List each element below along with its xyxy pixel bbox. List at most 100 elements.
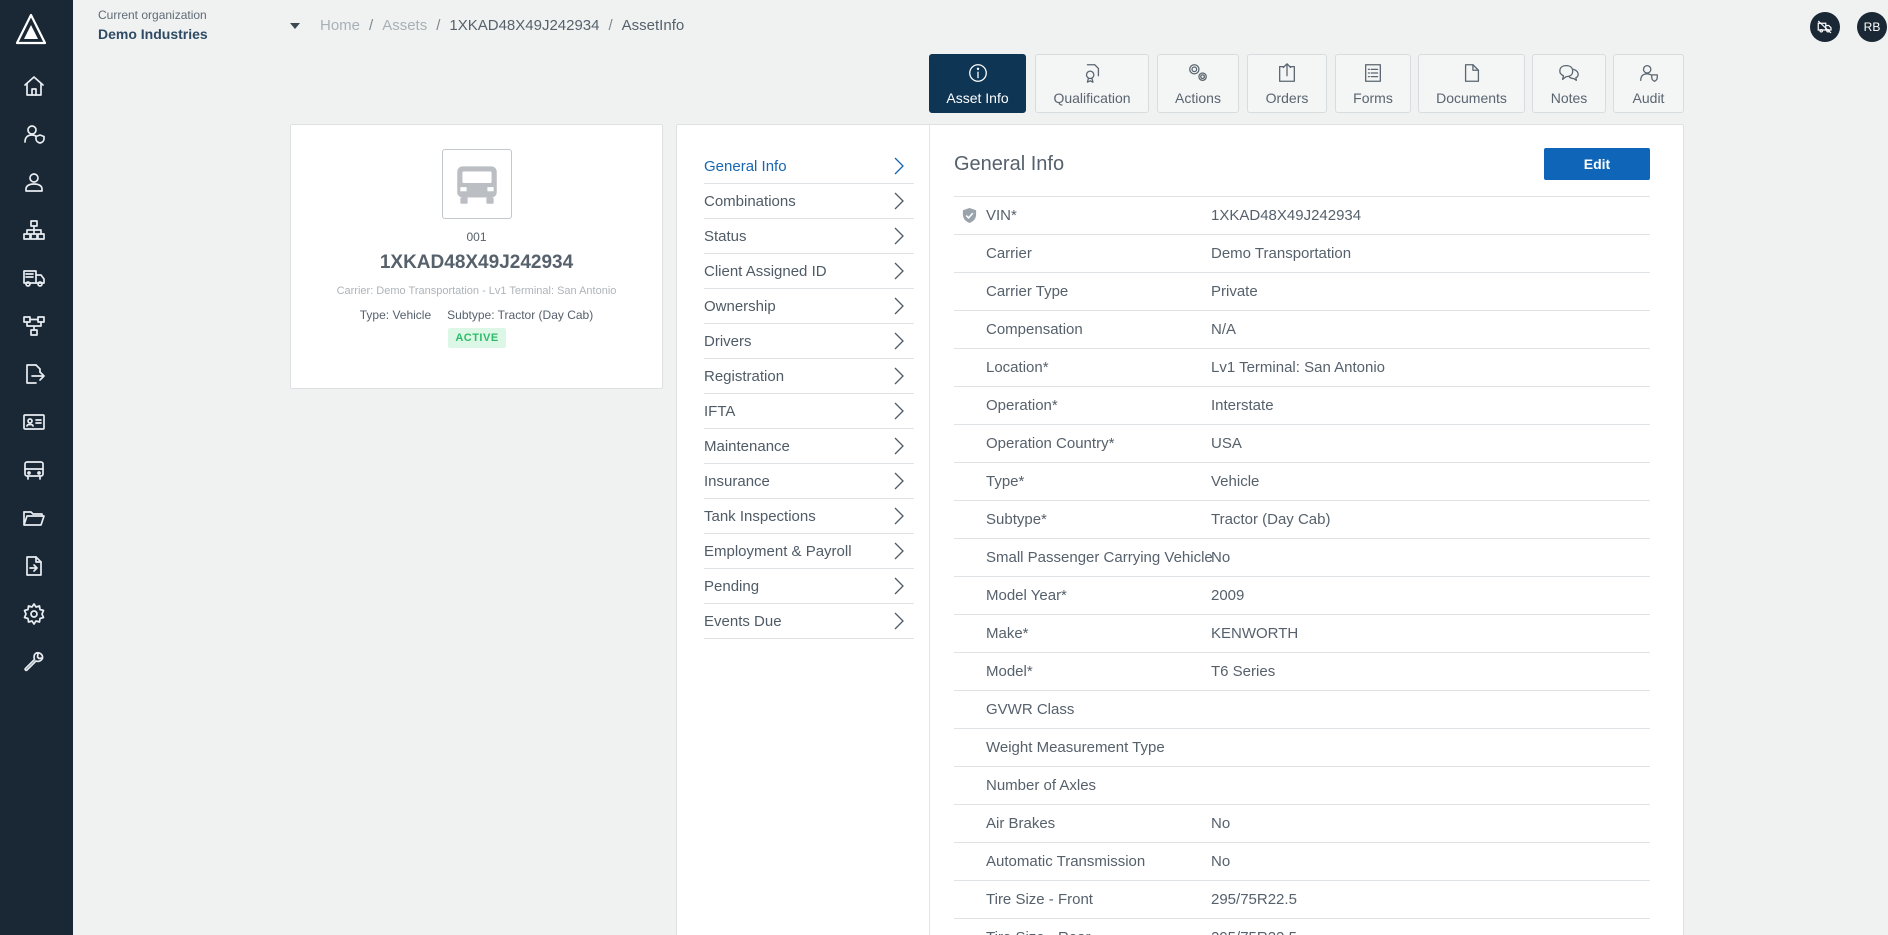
section-nav-item[interactable]: Insurance bbox=[704, 464, 914, 499]
settings-icon[interactable] bbox=[20, 600, 48, 628]
general-info-fields: VIN* 1XKAD48X49J242934 Carrier Demo Transpo… bbox=[954, 196, 1650, 935]
vehicle-image-icon bbox=[442, 149, 512, 219]
field-value: Lv1 Terminal: San Antonio bbox=[1211, 359, 1386, 376]
wrench-icon[interactable] bbox=[20, 648, 48, 676]
chevron-right-icon bbox=[888, 226, 908, 246]
field-row: Tire Size - Rear 295/75R22.5 bbox=[954, 919, 1650, 935]
field-row: Location* Lv1 Terminal: San Antonio bbox=[954, 349, 1650, 387]
edit-button[interactable]: Edit bbox=[1544, 148, 1650, 180]
section-nav-label: Events Due bbox=[704, 612, 782, 630]
verified-shield-icon bbox=[961, 207, 978, 224]
section-nav-item[interactable]: Employment & Payroll bbox=[704, 534, 914, 569]
tab-documents[interactable]: Documents bbox=[1418, 54, 1525, 113]
section-nav-item[interactable]: Tank Inspections bbox=[704, 499, 914, 534]
document-icon bbox=[1464, 63, 1479, 82]
field-row: Small Passenger Carrying Vehicle No bbox=[954, 539, 1650, 577]
workflow-icon[interactable] bbox=[20, 312, 48, 340]
app-logo-icon[interactable] bbox=[14, 12, 48, 46]
info-icon bbox=[968, 63, 987, 82]
field-label: Weight Measurement Type bbox=[986, 739, 1165, 756]
chevron-right-icon bbox=[888, 156, 908, 176]
field-row: Make* KENWORTH bbox=[954, 615, 1650, 653]
org-name: Demo Industries bbox=[98, 26, 208, 42]
field-row: Air Brakes No bbox=[954, 805, 1650, 843]
section-nav-item[interactable]: Registration bbox=[704, 359, 914, 394]
panel-divider bbox=[929, 125, 930, 935]
field-value: T6 Series bbox=[1211, 663, 1276, 680]
breadcrumb-home[interactable]: Home bbox=[320, 17, 360, 34]
home-icon[interactable] bbox=[20, 72, 48, 100]
document-export-icon[interactable] bbox=[20, 552, 48, 580]
org-chart-icon[interactable] bbox=[20, 216, 48, 244]
section-nav-label: Maintenance bbox=[704, 437, 790, 455]
breadcrumb-current: AssetInfo bbox=[621, 17, 685, 34]
tab-label: Actions bbox=[1175, 89, 1221, 106]
section-nav-item[interactable]: IFTA bbox=[704, 394, 914, 429]
field-row: Number of Axles bbox=[954, 767, 1650, 805]
field-row: Carrier Type Private bbox=[954, 273, 1650, 311]
tab-audit[interactable]: Audit bbox=[1613, 54, 1684, 113]
org-selector[interactable]: Current organization Demo Industries bbox=[98, 8, 208, 42]
tab-label: Documents bbox=[1436, 89, 1507, 106]
section-nav-item[interactable]: Maintenance bbox=[704, 429, 914, 464]
asset-detail-panel: General Info Combinations Status Client Ass… bbox=[676, 124, 1684, 935]
breadcrumb-asset[interactable]: 1XKAD48X49J242934 bbox=[449, 17, 599, 34]
chevron-right-icon bbox=[888, 331, 908, 351]
asset-carrier-line: Carrier: Demo Transportation - Lv1 Termi… bbox=[336, 285, 617, 297]
tab-notes[interactable]: Notes bbox=[1532, 54, 1606, 113]
id-card-icon[interactable] bbox=[20, 408, 48, 436]
field-label: Tire Size - Rear bbox=[986, 929, 1090, 935]
field-value: 295/75R22.5 bbox=[1211, 891, 1297, 908]
field-row: Subtype* Tractor (Day Cab) bbox=[954, 501, 1650, 539]
chat-bubbles-icon bbox=[1559, 64, 1579, 81]
tab-forms[interactable]: Forms bbox=[1335, 54, 1411, 113]
field-value: Private bbox=[1211, 283, 1258, 300]
form-list-icon bbox=[1365, 63, 1381, 82]
chevron-right-icon bbox=[888, 611, 908, 631]
section-nav-item[interactable]: Combinations bbox=[704, 184, 914, 219]
field-value: N/A bbox=[1211, 321, 1237, 338]
section-nav-item[interactable]: Pending bbox=[704, 569, 914, 604]
field-label: Automatic Transmission bbox=[986, 853, 1146, 870]
user-avatar[interactable]: RB bbox=[1857, 12, 1887, 42]
section-nav-label: Registration bbox=[704, 367, 785, 385]
field-value: No bbox=[1211, 853, 1231, 870]
field-label: Make* bbox=[986, 625, 1029, 642]
folder-icon[interactable] bbox=[20, 504, 48, 532]
gears-icon bbox=[1189, 63, 1207, 81]
section-nav-item[interactable]: Client Assigned ID bbox=[704, 254, 914, 289]
chevron-right-icon bbox=[888, 191, 908, 211]
tab-label: Forms bbox=[1353, 89, 1393, 106]
truck-notification-icon[interactable] bbox=[1810, 12, 1840, 42]
section-nav-item[interactable]: General Info bbox=[704, 149, 914, 184]
chevron-right-icon bbox=[888, 471, 908, 491]
section-nav-label: IFTA bbox=[704, 402, 736, 420]
tab-label: Audit bbox=[1632, 89, 1665, 106]
tab-label: Orders bbox=[1265, 89, 1309, 106]
field-row: Model Year* 2009 bbox=[954, 577, 1650, 615]
section-nav-label: Tank Inspections bbox=[704, 507, 816, 525]
export-icon[interactable] bbox=[20, 360, 48, 388]
user-icon[interactable] bbox=[20, 168, 48, 196]
asset-summary-card: 001 1XKAD48X49J242934 Carrier: Demo Tran… bbox=[290, 124, 663, 389]
truck-icon[interactable] bbox=[20, 264, 48, 292]
section-nav-item[interactable]: Status bbox=[704, 219, 914, 254]
tab-actions[interactable]: Actions bbox=[1157, 54, 1239, 113]
chevron-down-icon[interactable] bbox=[290, 23, 300, 29]
field-label: GVWR Class bbox=[986, 701, 1075, 718]
user-shield-icon[interactable] bbox=[20, 120, 48, 148]
tab-qualification[interactable]: Qualification bbox=[1035, 54, 1149, 113]
field-value: 2009 bbox=[1211, 587, 1245, 604]
section-nav-label: Ownership bbox=[704, 297, 776, 315]
section-nav-item[interactable]: Drivers bbox=[704, 324, 914, 359]
section-nav-item[interactable]: Ownership bbox=[704, 289, 914, 324]
section-nav-item[interactable]: Events Due bbox=[704, 604, 914, 639]
field-value: 1XKAD48X49J242934 bbox=[1211, 207, 1362, 224]
vehicle-icon[interactable] bbox=[20, 456, 48, 484]
tab-asset-info[interactable]: Asset Info bbox=[929, 54, 1026, 113]
breadcrumb-assets[interactable]: Assets bbox=[382, 17, 427, 34]
section-nav-label: Insurance bbox=[704, 472, 770, 490]
asset-subtype: Subtype: Tractor (Day Cab) bbox=[447, 308, 594, 322]
tab-orders[interactable]: Orders bbox=[1247, 54, 1327, 113]
field-label: VIN* bbox=[986, 207, 1017, 224]
